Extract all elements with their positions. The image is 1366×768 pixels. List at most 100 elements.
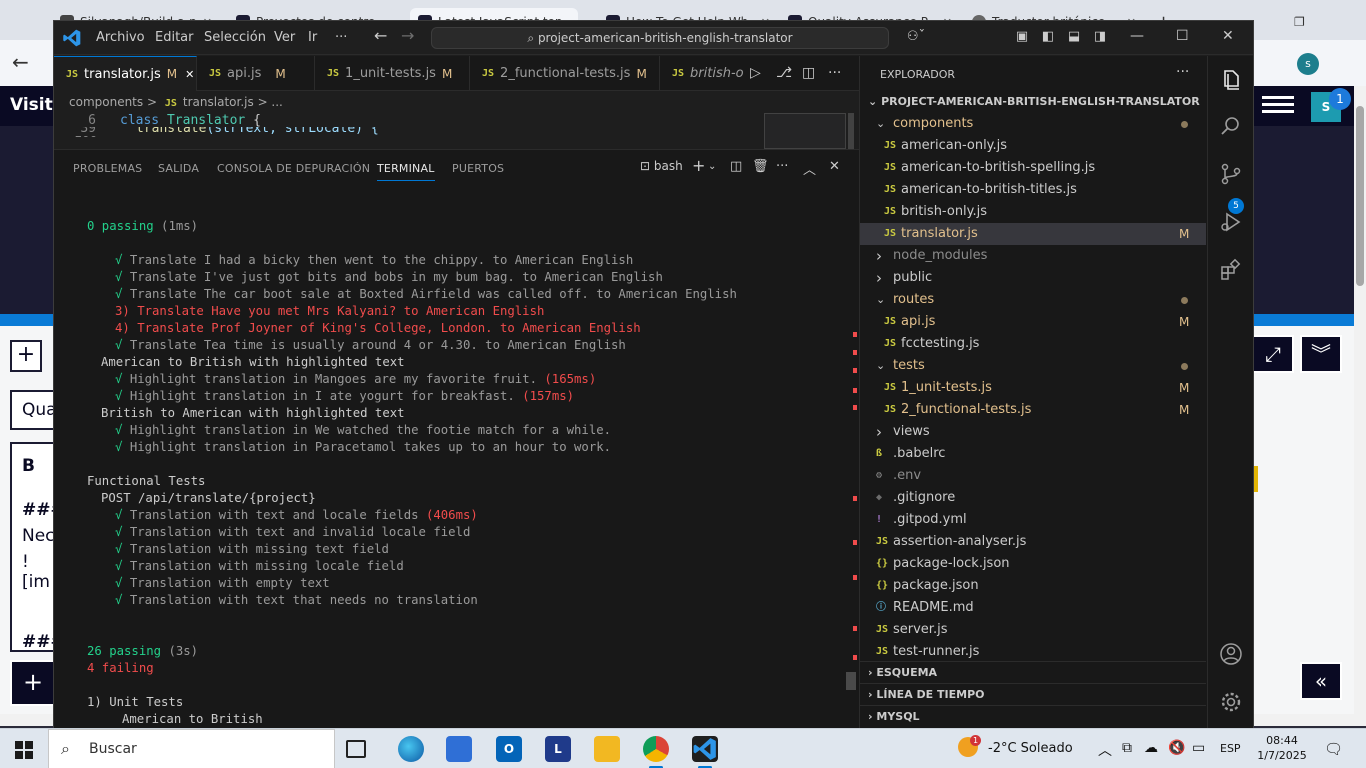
notifications-icon[interactable]: 🗨: [1324, 740, 1343, 758]
minimap[interactable]: [764, 113, 846, 149]
file-explorer-icon[interactable]: [594, 736, 620, 762]
maximize-panel-icon[interactable]: ︿: [803, 159, 816, 178]
add-button[interactable]: +: [10, 340, 42, 372]
back-arrow-icon[interactable]: ←: [374, 26, 387, 45]
task-view-icon[interactable]: [346, 740, 366, 758]
explorer-root-folder[interactable]: ⌄ PROJECT-AMERICAN-BRITISH-ENGLISH-TRANS…: [868, 95, 1200, 108]
tree-file[interactable]: JS fcctesting.js: [860, 333, 1206, 355]
tree-file[interactable]: {} package-lock.json: [860, 553, 1206, 575]
more-actions-icon[interactable]: ···: [776, 159, 788, 174]
split-editor-icon[interactable]: ◫: [802, 65, 815, 81]
network-off-icon[interactable]: ☁: [1144, 740, 1158, 756]
volume-off-icon[interactable]: 🔇: [1168, 740, 1185, 756]
tree-file[interactable]: JS server.js: [860, 619, 1206, 641]
vscode-taskbar-icon[interactable]: [692, 736, 718, 768]
windows-start-icon[interactable]: [15, 741, 33, 759]
run-icon[interactable]: ▷: [750, 65, 761, 81]
outlook-icon[interactable]: O: [496, 736, 522, 762]
tree-file[interactable]: JS assertion-analyser.js: [860, 531, 1206, 553]
tab-problemas[interactable]: PROBLEMAS: [73, 162, 142, 175]
new-terminal-button[interactable]: +: [692, 156, 705, 175]
tray-app-icon[interactable]: ⧉: [1122, 740, 1132, 756]
terminal-shell-selector[interactable]: ⊡ bash: [640, 159, 683, 173]
back-arrow-icon[interactable]: ←: [12, 50, 29, 74]
tree-file[interactable]: ! .gitpod.yml: [860, 509, 1206, 531]
tree-folder[interactable]: ⌄ tests: [860, 355, 1206, 377]
menu-more[interactable]: ···: [335, 30, 347, 45]
store-icon[interactable]: [446, 736, 472, 762]
tree-file[interactable]: JS british-only.js: [860, 201, 1206, 223]
command-center[interactable]: ⌕ project-american-british-english-trans…: [431, 27, 889, 49]
browser-profile-avatar[interactable]: s: [1297, 53, 1319, 75]
breadcrumb-folder[interactable]: components: [69, 95, 143, 109]
maximize-icon[interactable]: ☐: [1176, 28, 1189, 44]
breadcrumb-symbol[interactable]: > ...: [258, 95, 283, 109]
tab-terminal[interactable]: TERMINAL: [377, 162, 435, 181]
tree-file[interactable]: JS 1_unit-tests.js M: [860, 377, 1206, 399]
tab-salida[interactable]: SALIDA: [158, 162, 199, 175]
run-debug-icon[interactable]: [1219, 210, 1243, 234]
section-header[interactable]: › LÍNEA DE TIEMPO: [860, 683, 1206, 705]
tree-folder[interactable]: ⌄ routes: [860, 289, 1206, 311]
tree-file[interactable]: JS american-to-british-spelling.js: [860, 157, 1206, 179]
tree-file[interactable]: ◆ .gitignore: [860, 487, 1206, 509]
tab-puertos[interactable]: PUERTOS: [452, 162, 504, 175]
menu-ir[interactable]: Ir: [308, 30, 317, 45]
tree-file[interactable]: JS test-runner.js: [860, 641, 1206, 663]
tab-translator-js[interactable]: JS translator.js M ✕: [54, 56, 197, 91]
chevrons-down-icon[interactable]: ︾: [1300, 335, 1342, 373]
tree-file[interactable]: ß .babelrc: [860, 443, 1206, 465]
section-header[interactable]: › MYSQL: [860, 705, 1206, 727]
open-changes-icon[interactable]: ⎇: [776, 65, 792, 81]
menu-seleccion[interactable]: Selección: [204, 30, 266, 45]
terminal-scrollbar-thumb[interactable]: [846, 672, 856, 690]
customize-layout-icon[interactable]: ▣: [1014, 29, 1030, 45]
add-block-button[interactable]: +: [10, 660, 56, 706]
close-tab-icon[interactable]: ✕: [185, 68, 194, 81]
terminal-output[interactable]: 0 passing (1ms) √ Translate I had a bick…: [54, 185, 844, 728]
battery-icon[interactable]: ▭: [1192, 740, 1205, 756]
gear-icon[interactable]: [1219, 690, 1243, 714]
taskbar-search[interactable]: ⌕ Buscar: [48, 729, 335, 768]
account-icon[interactable]: [1219, 642, 1243, 666]
menu-archivo[interactable]: Archivo: [96, 30, 145, 45]
section-header[interactable]: › ESQUEMA: [860, 661, 1206, 683]
split-terminal-icon[interactable]: ◫: [730, 159, 742, 174]
copilot-icon[interactable]: ⚇ˇ: [902, 29, 930, 45]
tab-consola-depuracion[interactable]: CONSOLA DE DEPURACIÓN: [217, 162, 370, 175]
close-window-icon[interactable]: ✕: [1222, 28, 1234, 44]
extensions-icon[interactable]: [1219, 258, 1243, 282]
restore-icon[interactable]: ❐: [1286, 8, 1310, 36]
tree-folder[interactable]: › public: [860, 267, 1206, 289]
chrome-icon[interactable]: [643, 736, 669, 768]
weather-text[interactable]: -2°C Soleado: [988, 741, 1073, 756]
forward-arrow-icon[interactable]: →: [401, 26, 414, 45]
tree-file[interactable]: ⚙ .env: [860, 465, 1206, 487]
code-editor[interactable]: 6 class Translator { 39 translate(strTex…: [54, 113, 754, 149]
trash-icon[interactable]: 🗑: [752, 159, 769, 174]
page-scrollbar[interactable]: [1354, 86, 1366, 716]
tree-file[interactable]: JS american-only.js: [860, 135, 1206, 157]
close-panel-icon[interactable]: ✕: [829, 159, 840, 174]
terminal-scrollbar[interactable]: [844, 185, 858, 728]
tree-folder[interactable]: ⌄ components: [860, 113, 1206, 135]
input-language[interactable]: ESP: [1220, 742, 1241, 755]
tab-unit-tests-js[interactable]: JS 1_unit-tests.js M: [315, 56, 470, 91]
title-input[interactable]: Qua: [10, 390, 57, 430]
tree-file[interactable]: JS 2_functional-tests.js M: [860, 399, 1206, 421]
tree-file[interactable]: JS api.js M: [860, 311, 1206, 333]
tree-file[interactable]: ⓘ README.md: [860, 597, 1206, 619]
menu-ver[interactable]: Ver: [274, 30, 295, 45]
chevron-up-icon[interactable]: ︿: [1098, 740, 1112, 760]
tree-file[interactable]: JS translator.js M: [860, 223, 1206, 245]
breadcrumb-file[interactable]: translator.js: [183, 95, 254, 109]
tab-api-js[interactable]: JS api.js M: [197, 56, 315, 91]
editor-scrollbar[interactable]: [848, 113, 854, 149]
tree-folder[interactable]: › views: [860, 421, 1206, 443]
tree-file[interactable]: JS american-to-british-titles.js: [860, 179, 1206, 201]
toggle-panel-icon[interactable]: ⬓: [1066, 29, 1082, 45]
tree-folder[interactable]: › node_modules: [860, 245, 1206, 267]
explorer-more-icon[interactable]: ···: [1176, 64, 1189, 80]
system-clock[interactable]: 08:44 1/7/2025: [1257, 733, 1307, 763]
chevron-down-icon[interactable]: ⌄: [708, 161, 716, 172]
